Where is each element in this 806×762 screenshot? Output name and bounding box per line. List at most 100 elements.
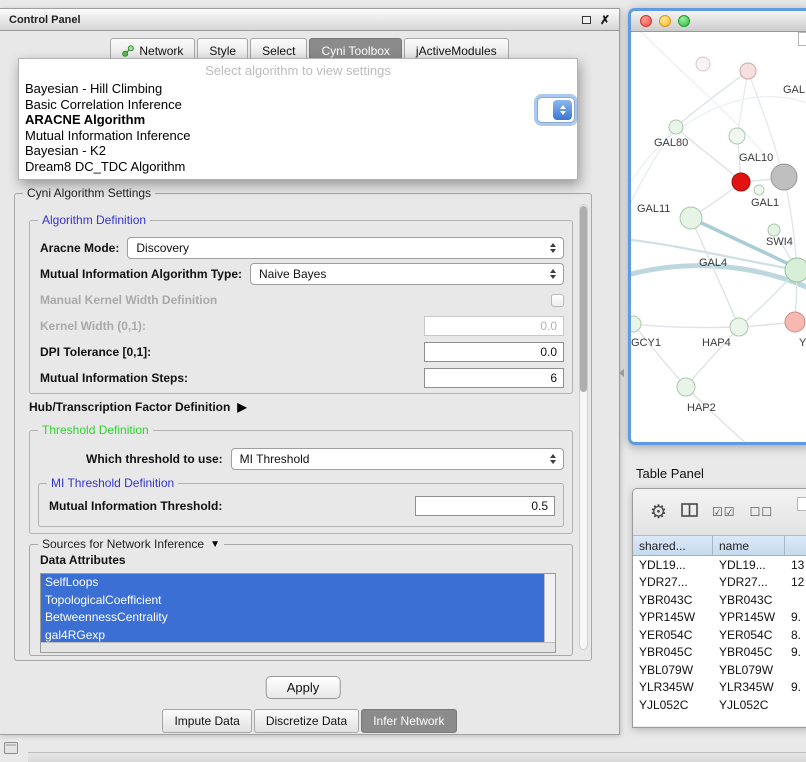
aracne-mode-select[interactable]: Discovery xyxy=(127,237,564,259)
mi-threshold-field[interactable]: 0.5 xyxy=(415,496,555,516)
which-threshold-select[interactable]: MI Threshold xyxy=(231,448,564,470)
network-node[interactable] xyxy=(730,318,748,336)
minimized-window-icon[interactable] xyxy=(4,742,18,754)
algorithm-option-basic-correlation-inference[interactable]: Basic Correlation Inference xyxy=(19,97,577,113)
column-header-shared[interactable]: shared... xyxy=(633,536,713,555)
algorithm-option-aracne-algorithm[interactable]: ARACNE Algorithm xyxy=(19,112,577,128)
table-row[interactable]: YER054CYER054C8. xyxy=(633,626,806,644)
dpi-tolerance-row: DPI Tolerance [0,1]: 0.0 xyxy=(40,339,564,365)
network-node[interactable] xyxy=(631,316,641,332)
columns-icon[interactable] xyxy=(681,503,698,522)
network-node[interactable] xyxy=(768,224,780,236)
gear-icon[interactable]: ⚙ xyxy=(650,503,667,522)
close-icon[interactable]: ✗ xyxy=(600,14,610,26)
attribute-item-topologicalcoefficient[interactable]: TopologicalCoefficient xyxy=(41,592,544,610)
tab-label: Style xyxy=(209,44,236,58)
float-window-icon[interactable] xyxy=(582,16,591,24)
minimize-button[interactable] xyxy=(659,15,671,27)
scrollbar-button[interactable] xyxy=(797,497,806,511)
network-edge[interactable] xyxy=(631,266,806,288)
checked-boxes-icon[interactable]: ☑☑ xyxy=(712,505,736,519)
network-canvas[interactable]: GAL80GAL10GAL11GAL1SWI4GAL4GCY1HAP4HAP2G… xyxy=(631,32,806,442)
algorithm-option-bayesian-k2[interactable]: Bayesian - K2 xyxy=(19,143,577,159)
column-header-name[interactable]: name xyxy=(713,536,785,555)
network-node[interactable] xyxy=(785,312,805,332)
algorithm-option-dream8-dc-tdc-algorithm[interactable]: Dream8 DC_TDC Algorithm xyxy=(19,159,577,175)
table-row[interactable]: YBR045CYBR045C9. xyxy=(633,644,806,662)
scrollbar-button[interactable] xyxy=(798,32,806,46)
network-node[interactable] xyxy=(729,128,745,144)
network-edge[interactable] xyxy=(633,324,739,328)
tab-label: Network xyxy=(139,44,183,58)
network-node[interactable] xyxy=(740,63,756,79)
hub-definition-toggle[interactable]: Hub/Transcription Factor Definition ▶ xyxy=(29,400,247,414)
network-node[interactable] xyxy=(677,378,695,396)
table-cell: YBR043C xyxy=(633,593,713,607)
table-row[interactable]: YBR043CYBR043C xyxy=(633,591,806,609)
scrollbar-thumb[interactable] xyxy=(580,206,587,392)
desktop: Control Panel ✗ NetworkStyleSelectCyni T… xyxy=(0,0,806,762)
table-row[interactable]: YPR145WYPR145W9. xyxy=(633,609,806,627)
mi-steps-field[interactable]: 6 xyxy=(424,368,564,388)
manual-kernel-checkbox[interactable] xyxy=(551,294,564,307)
network-edge[interactable] xyxy=(676,71,748,127)
zoom-button[interactable] xyxy=(678,15,690,27)
attribute-item-selfloops[interactable]: SelfLoops xyxy=(41,574,544,592)
chevron-updown-icon xyxy=(553,100,572,120)
triangle-down-icon[interactable]: ▼ xyxy=(210,539,220,550)
network-edge[interactable] xyxy=(686,327,739,387)
network-node[interactable] xyxy=(754,185,764,195)
list-horizontal-scrollbar[interactable] xyxy=(41,642,555,652)
network-node[interactable] xyxy=(771,164,797,190)
attribute-item-betweennesscentrality[interactable]: BetweennessCentrality xyxy=(41,609,544,627)
network-edge[interactable] xyxy=(686,387,749,442)
kernel-width-row: Kernel Width (0,1): 0.0 xyxy=(40,313,564,339)
splitter-collapse-icon[interactable] xyxy=(619,369,624,377)
network-edge[interactable] xyxy=(633,324,686,387)
aracne-mode-row: Aracne Mode: Discovery xyxy=(40,235,564,261)
control-panel-titlebar[interactable]: Control Panel ✗ xyxy=(0,9,619,31)
attr-items: SelfLoopsTopologicalCoefficientBetweenne… xyxy=(41,574,555,644)
unchecked-boxes-icon[interactable]: ☐☐ xyxy=(750,505,774,519)
network-node[interactable] xyxy=(732,173,750,191)
network-edge[interactable] xyxy=(691,218,739,327)
algorithm-option-bayesian-hill-climbing[interactable]: Bayesian - Hill Climbing xyxy=(19,81,577,97)
list-vertical-scrollbar[interactable] xyxy=(544,574,555,642)
close-button[interactable] xyxy=(640,15,652,27)
algorithm-combobox-button[interactable] xyxy=(537,97,575,123)
cyni-algorithm-settings-group: Cyni Algorithm Settings Algorithm Defini… xyxy=(14,193,592,661)
mi-threshold-group-title: MI Threshold Definition xyxy=(47,476,178,490)
table-row[interactable]: YDL19...YDL19...13 xyxy=(633,556,806,574)
tab-discretize-data[interactable]: Discretize Data xyxy=(254,709,359,733)
column-header-col3[interactable] xyxy=(785,536,806,555)
apply-button[interactable]: Apply xyxy=(266,676,341,699)
settings-group-title: Cyni Algorithm Settings xyxy=(23,186,155,200)
settings-scrollbar[interactable] xyxy=(579,204,588,650)
table-body: YDL19...YDL19...13YDR27...YDR27...12YBR0… xyxy=(633,556,806,726)
network-window-titlebar[interactable] xyxy=(631,11,806,32)
network-edge[interactable] xyxy=(784,178,797,270)
network-node[interactable] xyxy=(696,57,710,71)
dpi-tolerance-field[interactable]: 0.0 xyxy=(424,342,564,362)
tab-label: Infer Network xyxy=(373,714,444,728)
kernel-width-field[interactable]: 0.0 xyxy=(424,316,564,336)
tab-infer-network[interactable]: Infer Network xyxy=(361,709,456,733)
network-node[interactable] xyxy=(680,207,702,229)
algorithm-popup: Select algorithm to view settings Bayesi… xyxy=(18,58,578,180)
tab-impute-data[interactable]: Impute Data xyxy=(162,709,251,733)
algorithm-option-mutual-information-inference[interactable]: Mutual Information Inference xyxy=(19,128,577,144)
network-node[interactable] xyxy=(785,258,806,282)
kernel-width-label: Kernel Width (0,1): xyxy=(40,319,146,333)
mi-type-select[interactable]: Naive Bayes xyxy=(250,263,564,285)
table-row[interactable]: YBL079WYBL079W xyxy=(633,661,806,679)
mi-type-row: Mutual Information Algorithm Type: Naive… xyxy=(40,261,564,287)
table-cell: 13 xyxy=(785,558,806,572)
table-row[interactable]: YDR27...YDR27...12 xyxy=(633,574,806,592)
mi-threshold-value: 0.5 xyxy=(531,499,548,513)
table-row[interactable]: YLR345WYLR345W9. xyxy=(633,679,806,697)
mi-type-label: Mutual Information Algorithm Type: xyxy=(40,267,242,281)
table-cell: YDR27... xyxy=(713,575,785,589)
network-node[interactable] xyxy=(669,120,683,134)
data-attributes-list[interactable]: SelfLoopsTopologicalCoefficientBetweenne… xyxy=(40,573,556,653)
table-row[interactable]: YJL052CYJL052C xyxy=(633,696,806,714)
